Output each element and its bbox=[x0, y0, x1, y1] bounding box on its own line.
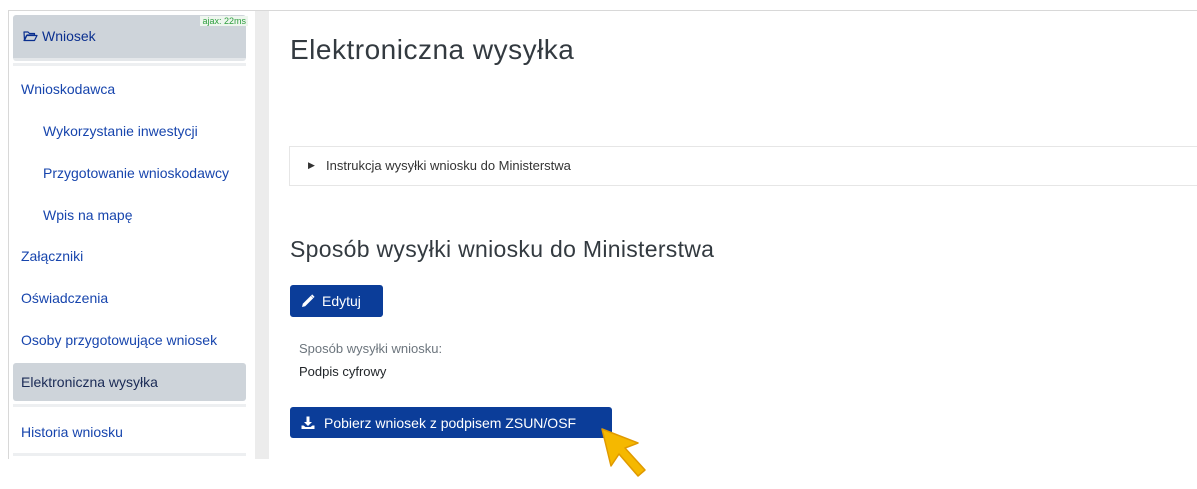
page-title: Elektroniczna wysyłka bbox=[290, 34, 575, 65]
sidebar-item-label: Wniosek bbox=[42, 28, 96, 44]
download-button-label: Pobierz wniosek z podpisem ZSUN/OSF bbox=[324, 414, 577, 431]
send-method-value: Podpis cyfrowy bbox=[299, 364, 387, 379]
folder-open-icon bbox=[23, 30, 38, 45]
sidebar-item-elektroniczna-wysylka[interactable]: Elektroniczna wysyłka bbox=[13, 363, 246, 401]
download-icon bbox=[301, 416, 315, 430]
sidebar-item-przygotowanie-wnioskodawcy[interactable]: Przygotowanie wnioskodawcy bbox=[13, 154, 246, 192]
pointer-cursor-icon bbox=[598, 426, 656, 485]
edit-button[interactable]: Edytuj bbox=[290, 285, 383, 317]
instructions-label: Instrukcja wysyłki wniosku do Ministerst… bbox=[326, 158, 571, 173]
caret-right-icon: ▶ bbox=[308, 160, 315, 170]
sidebar-item-osoby-przygotowujace[interactable]: Osoby przygotowujące wniosek bbox=[13, 321, 246, 359]
sidebar-gutter bbox=[255, 11, 269, 459]
sidebar-item-wnioskodawca[interactable]: Wnioskodawca bbox=[13, 70, 246, 108]
sidebar-item-zalaczniki[interactable]: Załączniki bbox=[13, 237, 246, 275]
sidebar-item-wpis-na-mape[interactable]: Wpis na mapę bbox=[13, 196, 246, 234]
send-method-label: Sposób wysyłki wniosku: bbox=[299, 341, 443, 356]
divider bbox=[13, 453, 246, 456]
sidebar-item-wniosek[interactable]: Wniosek ajax: 22ms bbox=[13, 15, 248, 61]
divider bbox=[13, 404, 246, 407]
download-signed-application-button[interactable]: Pobierz wniosek z podpisem ZSUN/OSF bbox=[290, 407, 612, 438]
sidebar-item-wykorzystanie-inwestycji[interactable]: Wykorzystanie inwestycji bbox=[13, 112, 246, 150]
section-title: Sposób wysyłki wniosku do Ministerstwa bbox=[290, 236, 715, 262]
instructions-collapsible[interactable]: ▶ Instrukcja wysyłki wniosku do Minister… bbox=[289, 146, 1197, 186]
sidebar: Wniosek ajax: 22ms Wnioskodawca Wykorzys… bbox=[9, 11, 255, 459]
app-frame: Wniosek ajax: 22ms Wnioskodawca Wykorzys… bbox=[8, 10, 1197, 459]
divider bbox=[13, 63, 246, 66]
sidebar-item-oswiadczenia[interactable]: Oświadczenia bbox=[13, 279, 246, 317]
sidebar-item-historia-wniosku[interactable]: Historia wniosku bbox=[13, 413, 246, 451]
pencil-icon bbox=[301, 294, 315, 308]
edit-button-label: Edytuj bbox=[322, 293, 361, 309]
ajax-timing-badge: ajax: 22ms bbox=[200, 16, 248, 26]
